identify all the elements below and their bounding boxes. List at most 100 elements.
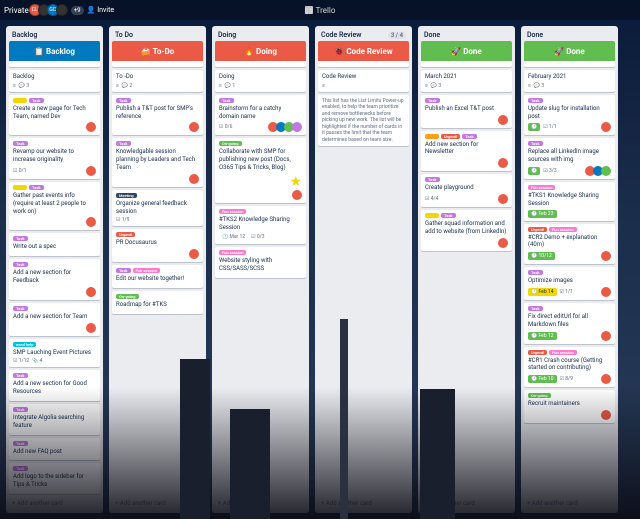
label[interactable]: On-going: [528, 393, 551, 398]
label[interactable]: Task: [425, 98, 440, 103]
card[interactable]: Urgent!Fun session#CR1 Crash course (Get…: [524, 347, 615, 388]
label[interactable]: Task: [116, 268, 131, 273]
member-avatar[interactable]: [498, 158, 508, 168]
label[interactable]: Fun session: [549, 227, 576, 232]
card[interactable]: On-goingRoadmap for #TKS: [112, 291, 203, 314]
card-members[interactable]: [88, 217, 96, 227]
card-members[interactable]: [88, 166, 96, 176]
card-members[interactable]: [270, 122, 302, 132]
list-header[interactable]: Code Review3 / 4: [318, 29, 409, 41]
label[interactable]: Task: [13, 262, 28, 267]
member-avatar[interactable]: [498, 194, 508, 204]
card-members[interactable]: [191, 249, 199, 259]
card[interactable]: February 2021≡💬 3: [524, 70, 615, 92]
card[interactable]: need helpSMP Lauching Event Pictures☑ 1/…: [9, 339, 100, 368]
member-avatar[interactable]: [601, 122, 611, 132]
board-canvas[interactable]: Backlog📋BacklogBacklog≡💬 3TaskCreate a n…: [0, 20, 640, 519]
card-members[interactable]: [88, 323, 96, 333]
card-members[interactable]: [88, 122, 96, 132]
label[interactable]: [13, 98, 27, 103]
card-members[interactable]: [603, 122, 611, 132]
card[interactable]: Urgent!PR Docusaurus: [112, 229, 203, 262]
card[interactable]: TaskGather squad information and add to …: [421, 210, 512, 251]
card-members[interactable]: [603, 410, 611, 420]
label[interactable]: Urgent!: [116, 232, 135, 237]
visibility-label[interactable]: Private: [4, 6, 29, 15]
card-members[interactable]: [500, 194, 508, 204]
label[interactable]: On-going: [219, 141, 242, 146]
label[interactable]: [13, 185, 27, 190]
card-members[interactable]: [603, 331, 611, 341]
list-cover-card[interactable]: 📋Backlog: [9, 41, 100, 67]
label[interactable]: Task: [13, 236, 28, 241]
label[interactable]: [425, 213, 439, 218]
list-header[interactable]: Doing: [215, 29, 306, 41]
label[interactable]: Task: [528, 98, 543, 103]
label[interactable]: need help: [13, 342, 36, 347]
member-avatar[interactable]: [86, 166, 96, 176]
label[interactable]: Task: [528, 270, 543, 275]
label[interactable]: Fun session: [133, 268, 160, 273]
card[interactable]: TaskUpdate slug for installation post🕐 ☑…: [524, 95, 615, 136]
label[interactable]: Task: [13, 373, 28, 378]
label[interactable]: Fun session: [219, 250, 246, 255]
card[interactable]: TaskKnowledgable session planning by Lea…: [112, 138, 203, 186]
card-members[interactable]: [587, 166, 611, 176]
card[interactable]: TaskAdd new FAQ post: [9, 438, 100, 461]
card[interactable]: On-goingRecruit maintainers: [524, 390, 615, 423]
list-header[interactable]: To Do: [112, 29, 203, 41]
member-avatar[interactable]: [601, 287, 611, 297]
card[interactable]: TaskFun sessionEdit our website together…: [112, 265, 203, 288]
member-avatar[interactable]: [601, 331, 611, 341]
card-members[interactable]: [191, 122, 199, 132]
member-avatar[interactable]: [86, 323, 96, 333]
card-members[interactable]: [603, 287, 611, 297]
label[interactable]: Urgent!: [528, 227, 547, 232]
member-avatar[interactable]: [292, 122, 302, 132]
list-cover-card[interactable]: 🚀Done: [421, 41, 512, 67]
label[interactable]: [425, 134, 439, 139]
more-members-count[interactable]: +9: [71, 6, 84, 15]
list-header[interactable]: Backlog: [9, 29, 100, 41]
add-card-button[interactable]: + Add another card: [215, 497, 306, 510]
card[interactable]: TaskCreate playground☑ 4/4: [421, 174, 512, 207]
card[interactable]: TaskFix direct editUrl for all Markdown …: [524, 303, 615, 344]
label[interactable]: Task: [462, 134, 477, 139]
card[interactable]: To -Do≡💬 2: [112, 70, 203, 92]
member-avatar[interactable]: [601, 374, 611, 384]
member-avatar[interactable]: [86, 287, 96, 297]
card[interactable]: TaskAdd logo to the sidebar for Tips & T…: [9, 463, 100, 494]
label[interactable]: On-going: [116, 294, 139, 299]
card[interactable]: Fun session#TKS2 Knowledge Sharing Sessi…: [215, 206, 306, 245]
label[interactable]: Task: [219, 98, 234, 103]
card-members[interactable]: [603, 374, 611, 384]
card[interactable]: Urgent!Fun session#CR2 Demo + explanatio…: [524, 224, 615, 265]
card[interactable]: Fun session#TKS1 Knowledge Sharing Sessi…: [524, 182, 615, 221]
card-members[interactable]: [191, 174, 199, 184]
member-avatar[interactable]: [189, 174, 199, 184]
list-header[interactable]: Done: [421, 29, 512, 41]
label[interactable]: Task: [29, 185, 44, 190]
label[interactable]: Fun session: [549, 350, 576, 355]
card[interactable]: TaskGather past events info (require at …: [9, 182, 100, 230]
label[interactable]: Fun session: [528, 185, 555, 190]
card[interactable]: Code Review≡: [318, 70, 409, 92]
card[interactable]: Backlog≡💬 3: [9, 70, 100, 92]
member-avatar[interactable]: [498, 238, 508, 248]
member-avatar[interactable]: [86, 217, 96, 227]
label[interactable]: Task: [13, 466, 28, 471]
list-cover-card[interactable]: 🐞Code Review: [318, 41, 409, 67]
card[interactable]: TaskPublish an Excel T&T post: [421, 95, 512, 128]
label[interactable]: Task: [528, 306, 543, 311]
card[interactable]: TaskBrainstorm for a catchy domain name☑…: [215, 95, 306, 136]
add-card-button[interactable]: + Add another card: [421, 497, 512, 510]
label[interactable]: Task: [13, 441, 28, 446]
member-avatar[interactable]: [292, 190, 302, 200]
add-card-button[interactable]: + Add another card: [112, 497, 203, 510]
card[interactable]: This list has the List Limits Power-up e…: [318, 95, 409, 147]
card[interactable]: TaskAdd a new section for Team: [9, 303, 100, 336]
card-members[interactable]: [500, 238, 508, 248]
label[interactable]: Urgent!: [528, 350, 547, 355]
card[interactable]: Fun sessionWebsite styling with CSS/SASS…: [215, 247, 306, 278]
add-card-button[interactable]: + Add another card: [318, 497, 409, 510]
